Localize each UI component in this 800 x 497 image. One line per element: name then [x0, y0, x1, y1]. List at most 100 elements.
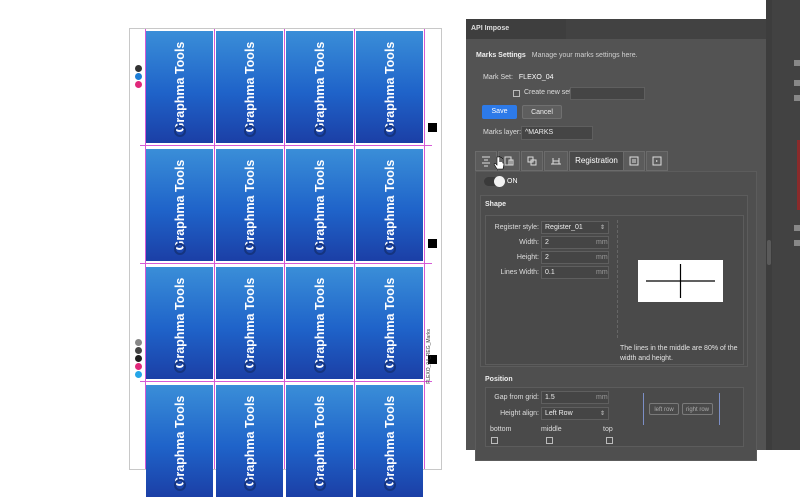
dock-item[interactable]	[794, 225, 800, 231]
tile-label: Graphma Tools	[382, 395, 397, 487]
tile-logo-icon	[384, 243, 396, 255]
mark-set-label: Mark Set:	[483, 74, 513, 81]
tile-label: Graphma Tools	[242, 395, 257, 487]
align-top-radio[interactable]	[606, 437, 613, 444]
right-dock-panel	[772, 0, 800, 450]
imposed-tile: Graphma Tools	[286, 149, 353, 261]
cut-guide	[140, 381, 432, 382]
right-row-button[interactable]: right row	[682, 403, 713, 415]
cut-guide	[354, 29, 355, 469]
cancel-button[interactable]: Cancel	[522, 105, 562, 119]
tile-logo-icon	[174, 361, 186, 373]
tile-label: Graphma Tools	[312, 41, 327, 133]
create-new-set-checkbox[interactable]	[513, 90, 520, 97]
color-bar-dot	[135, 371, 142, 378]
color-bar-dot	[135, 339, 142, 346]
tile-label: Graphma Tools	[312, 395, 327, 487]
imposed-tile: Graphma Tools	[356, 149, 423, 261]
mark-set-value[interactable]: FLEXO_04	[519, 74, 554, 81]
imposed-tile: Graphma Tools	[146, 149, 213, 261]
hand-cursor-icon	[493, 156, 505, 170]
dock-item[interactable]	[794, 95, 800, 101]
imposed-tile: Graphma Tools	[216, 31, 283, 143]
tile-logo-icon	[314, 479, 326, 491]
shape-title: Shape	[485, 201, 507, 208]
tile-logo-icon	[384, 479, 396, 491]
api-impose-panel: API Impose Marks Settings Manage your ma…	[466, 19, 766, 461]
on-toggle[interactable]	[484, 176, 505, 187]
color-bar-dot	[135, 65, 142, 72]
stepper-icon: ⇕	[599, 411, 605, 417]
panel-header: Marks Settings Manage your marks setting…	[476, 52, 638, 59]
color-bar-dot	[135, 73, 142, 80]
imposed-tile: Graphma Tools	[356, 267, 423, 379]
height-align-select[interactable]: Left Row ⇕	[541, 407, 609, 420]
align-middle-radio[interactable]	[546, 437, 553, 444]
imposed-tile: Graphma Tools	[286, 267, 353, 379]
gap-unit: mm	[596, 394, 608, 401]
crosshair-icon	[646, 264, 715, 298]
align-top-label: top	[603, 426, 613, 433]
tile-label: Graphma Tools	[242, 277, 257, 369]
panel-tab[interactable]: API Impose	[466, 19, 566, 39]
imposed-tile: Graphma Tools	[146, 385, 213, 497]
tile-logo-icon	[244, 125, 256, 137]
tile-label: Graphma Tools	[312, 277, 327, 369]
new-set-name-input[interactable]	[570, 87, 645, 100]
toggle-knob	[494, 176, 505, 187]
height-align-value: Left Row	[545, 410, 573, 417]
tab-registration[interactable]: Registration	[569, 151, 624, 171]
tile-logo-icon	[384, 361, 396, 373]
tab-list[interactable]	[623, 151, 645, 171]
color-bar-dot	[135, 355, 142, 362]
tile-label: Graphma Tools	[172, 41, 187, 133]
panel-tabstrip	[566, 19, 766, 39]
tile-logo-icon	[174, 479, 186, 491]
marks-layer-label: Marks layer:	[483, 129, 522, 136]
tile-logo-icon	[244, 479, 256, 491]
tile-logo-icon	[314, 361, 326, 373]
tile-logo-icon	[314, 125, 326, 137]
cut-guide	[145, 29, 146, 469]
bars-icon	[551, 158, 561, 165]
dock-item[interactable]	[794, 80, 800, 86]
imposed-tile: Graphma Tools	[216, 149, 283, 261]
tile-logo-icon	[244, 361, 256, 373]
app-side-strip	[766, 0, 800, 450]
stepper-icon: ⇕	[599, 225, 605, 231]
tab-layout[interactable]	[646, 151, 668, 171]
imposed-tile: Graphma Tools	[286, 385, 353, 497]
cut-guide	[140, 145, 432, 146]
align-middle-label: middle	[541, 426, 562, 433]
marks-settings-subtitle: Manage your marks settings here.	[531, 52, 638, 59]
dock-item[interactable]	[794, 240, 800, 246]
tile-label: Graphma Tools	[172, 395, 187, 487]
imposed-page: Graphma Tools Graphma Tools Graphma Tools G…	[129, 28, 442, 497]
tile-logo-icon	[384, 125, 396, 137]
marks-settings-title: Marks Settings	[476, 52, 526, 59]
height-label: Height:	[516, 254, 539, 261]
scroll-thumb[interactable]	[767, 240, 771, 265]
register-mark-preview	[638, 260, 723, 302]
tab-bars[interactable]	[544, 151, 568, 171]
document-canvas[interactable]: Graphma Tools Graphma Tools Graphma Tools G…	[0, 0, 466, 497]
shape-note: The lines in the middle are 80% of the w…	[620, 345, 738, 362]
save-button[interactable]: Save	[482, 105, 517, 119]
marks-layer-input[interactable]: ^MARKS	[521, 126, 593, 140]
layout-icon	[652, 156, 662, 166]
register-style-select[interactable]: Register_01 ⇕	[541, 221, 609, 234]
width-label: Width:	[519, 239, 539, 246]
lines-width-unit: mm	[596, 269, 608, 276]
align-bottom-radio[interactable]	[491, 437, 498, 444]
cut-guide	[140, 263, 432, 264]
tile-logo-icon	[314, 243, 326, 255]
dock-item[interactable]	[794, 60, 800, 66]
toggle-label: ON	[507, 178, 518, 185]
imposed-tile: Graphma Tools	[356, 31, 423, 143]
left-row-button[interactable]: left row	[649, 403, 679, 415]
imposed-tile: Graphma Tools	[146, 267, 213, 379]
tab-link[interactable]	[521, 151, 543, 171]
gap-from-grid-label: Gap from grid:	[494, 394, 539, 401]
imposed-tile: Graphma Tools	[356, 385, 423, 497]
tile-logo-icon	[244, 243, 256, 255]
